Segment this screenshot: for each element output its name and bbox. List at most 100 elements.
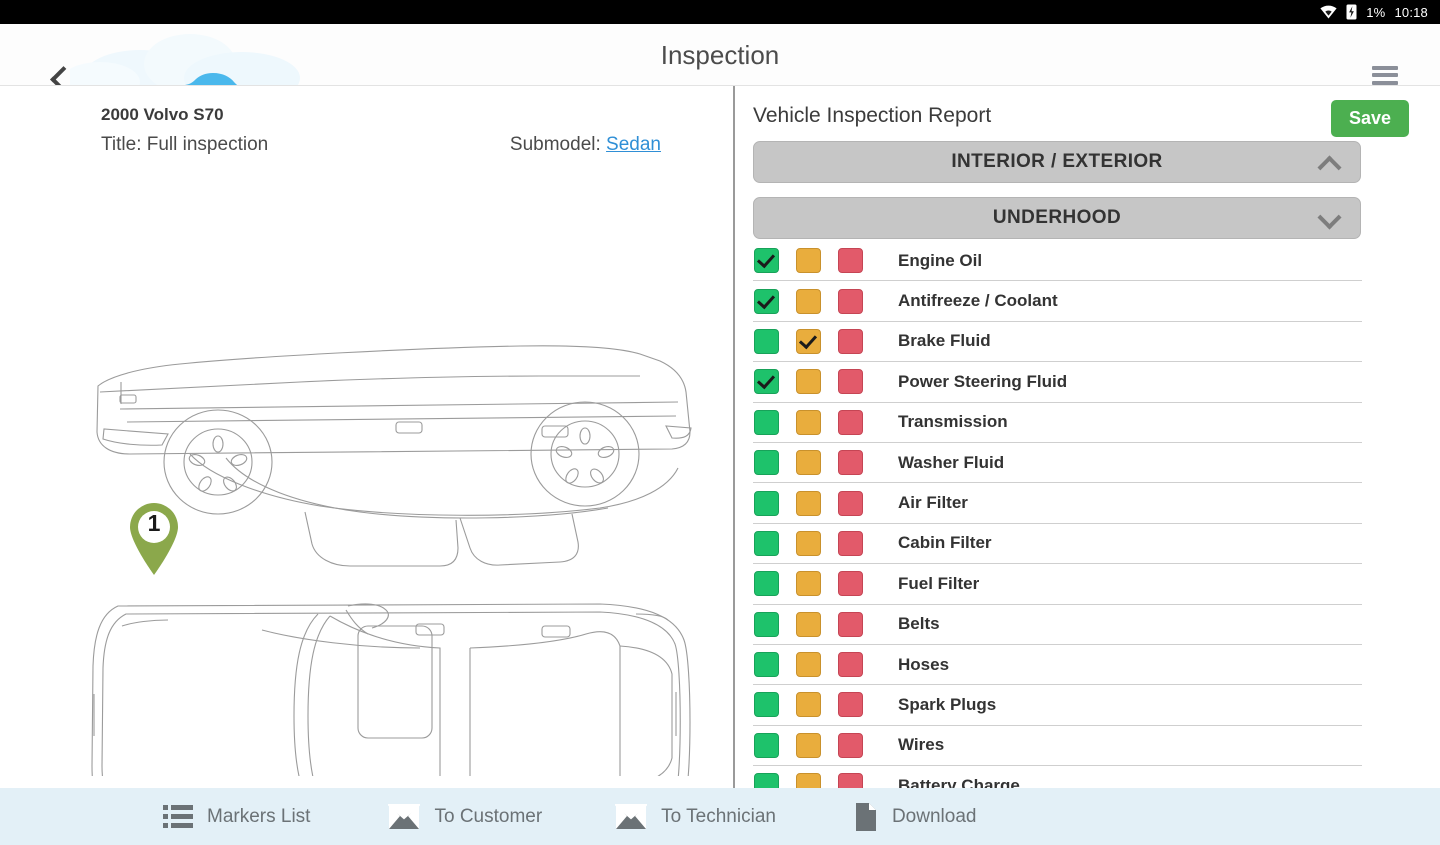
inspection-item-label: Cabin Filter — [898, 533, 992, 553]
car-diagram[interactable] — [0, 196, 735, 776]
inspection-item-row: Engine Oil — [753, 241, 1362, 282]
inspection-item-row: Washer Fluid — [753, 443, 1362, 484]
inspection-item-label: Washer Fluid — [898, 452, 1005, 472]
inspection-item-row: Cabin Filter — [753, 524, 1362, 565]
bottom-item-label: To Technician — [661, 805, 776, 827]
inspection-item-label: Antifreeze / Coolant — [898, 291, 1058, 311]
markers-list-button[interactable]: Markers List — [163, 804, 310, 830]
inspection-item-label: Power Steering Fluid — [898, 371, 1068, 391]
status-checkbox-red[interactable] — [838, 611, 863, 637]
download-button[interactable]: Download — [854, 802, 976, 832]
hamburger-menu-icon[interactable] — [1372, 66, 1398, 85]
status-checkbox-yellow[interactable] — [796, 530, 821, 556]
status-checkbox-green[interactable] — [754, 248, 779, 274]
envelope-icon — [615, 803, 648, 830]
check-icon — [756, 290, 776, 309]
inspection-item-label: Spark Plugs — [898, 694, 997, 714]
inspection-item-row: Battery Charge — [753, 766, 1362, 788]
status-checkbox-red[interactable] — [838, 248, 863, 274]
inspection-item-label: Air Filter — [898, 493, 968, 513]
inspection-item-row: Spark Plugs — [753, 685, 1362, 726]
section-underhood[interactable]: UNDERHOOD — [753, 197, 1361, 239]
status-checkbox-red[interactable] — [838, 288, 863, 314]
status-checkbox-yellow[interactable] — [796, 571, 821, 597]
inspection-item-row: Wires — [753, 726, 1362, 767]
status-checkbox-yellow[interactable] — [796, 732, 821, 758]
inspection-item-row: Power Steering Fluid — [753, 362, 1362, 403]
status-checkbox-green[interactable] — [754, 328, 779, 354]
status-checkbox-red[interactable] — [838, 328, 863, 354]
report-header: Vehicle Inspection Report Save — [753, 100, 1425, 140]
inspection-item-label: Brake Fluid — [898, 331, 991, 351]
status-checkbox-yellow[interactable] — [796, 490, 821, 516]
status-checkbox-green[interactable] — [754, 369, 779, 395]
status-checkbox-yellow[interactable] — [796, 611, 821, 637]
inspection-items-list[interactable]: Engine Oil Antifreeze / Coolant Brake Flui… — [737, 241, 1440, 788]
status-checkbox-green[interactable] — [754, 288, 779, 314]
inspection-item-label: Hoses — [898, 654, 950, 674]
status-checkbox-red[interactable] — [838, 530, 863, 556]
status-checkbox-red[interactable] — [838, 409, 863, 435]
to-customer-button[interactable]: To Customer — [388, 803, 542, 830]
to-technician-button[interactable]: To Technician — [615, 803, 776, 830]
status-checkbox-green[interactable] — [754, 611, 779, 637]
status-checkbox-red[interactable] — [838, 369, 863, 395]
bottom-toolbar: Markers List To Customer To Technician D… — [0, 788, 1440, 845]
inspection-item-label: Belts — [898, 614, 940, 634]
status-checkbox-green[interactable] — [754, 773, 779, 788]
diagram-marker-1[interactable]: 1 — [126, 500, 182, 576]
app-bar: Inspection — [0, 24, 1440, 86]
status-checkbox-green[interactable] — [754, 692, 779, 718]
status-checkbox-red[interactable] — [838, 571, 863, 597]
status-checkbox-red[interactable] — [838, 652, 863, 678]
status-checkbox-yellow[interactable] — [796, 328, 821, 354]
vehicle-meta-row: Title: Full inspection Submodel: Sedan — [101, 134, 661, 156]
wifi-icon — [1320, 5, 1337, 19]
inspection-app: 1% 10:18 Inspection 2000 Volvo S70 Title… — [0, 0, 1440, 845]
submodel-link[interactable]: Sedan — [606, 134, 661, 155]
section-interior-exterior[interactable]: INTERIOR / EXTERIOR — [753, 141, 1361, 183]
inspection-item-label: Battery Charge — [898, 775, 1020, 788]
status-checkbox-red[interactable] — [838, 450, 863, 476]
submodel-field: Submodel: Sedan — [510, 134, 661, 156]
save-button[interactable]: Save — [1330, 100, 1409, 137]
status-checkbox-green[interactable] — [754, 571, 779, 597]
status-checkbox-green[interactable] — [754, 490, 779, 516]
clock: 10:18 — [1394, 4, 1428, 20]
status-checkbox-yellow[interactable] — [796, 450, 821, 476]
status-checkbox-red[interactable] — [838, 732, 863, 758]
status-checkbox-yellow[interactable] — [796, 652, 821, 678]
status-icons: 1% 10:18 — [1320, 4, 1428, 20]
status-checkbox-red[interactable] — [838, 692, 863, 718]
vehicle-name: 2000 Volvo S70 — [101, 105, 224, 124]
inspection-item-row: Transmission — [753, 403, 1362, 443]
status-checkbox-green[interactable] — [754, 652, 779, 678]
battery-percent: 1% — [1366, 4, 1386, 20]
menu-bar — [1372, 73, 1398, 78]
inspection-title: Title: Full inspection — [101, 134, 269, 155]
inspection-item-label: Fuel Filter — [898, 573, 980, 593]
status-checkbox-green[interactable] — [754, 530, 779, 556]
status-checkbox-yellow[interactable] — [796, 288, 821, 314]
status-checkbox-red[interactable] — [838, 773, 863, 788]
menu-bar — [1372, 66, 1398, 70]
status-checkbox-red[interactable] — [838, 490, 863, 516]
status-checkbox-yellow[interactable] — [796, 409, 821, 435]
inspection-item-row: Belts — [753, 605, 1362, 645]
inspection-item-row: Air Filter — [753, 483, 1362, 524]
status-checkbox-green[interactable] — [754, 450, 779, 476]
status-checkbox-yellow[interactable] — [796, 248, 821, 274]
section-label: UNDERHOOD — [992, 207, 1122, 228]
status-checkbox-yellow[interactable] — [796, 773, 821, 788]
status-checkbox-green[interactable] — [754, 732, 779, 758]
status-checkbox-yellow[interactable] — [796, 369, 821, 395]
inspection-item-label: Wires — [898, 735, 945, 755]
status-checkbox-yellow[interactable] — [796, 692, 821, 718]
envelope-icon — [388, 803, 421, 830]
check-icon — [756, 371, 776, 390]
marker-number: 1 — [147, 510, 161, 536]
submodel-label: Submodel: — [509, 134, 601, 155]
status-checkbox-green[interactable] — [754, 409, 779, 435]
inspection-report-pane: Vehicle Inspection Report Save INTERIOR … — [737, 86, 1440, 788]
main-content: 2000 Volvo S70 Title: Full inspection Su… — [0, 86, 1440, 788]
